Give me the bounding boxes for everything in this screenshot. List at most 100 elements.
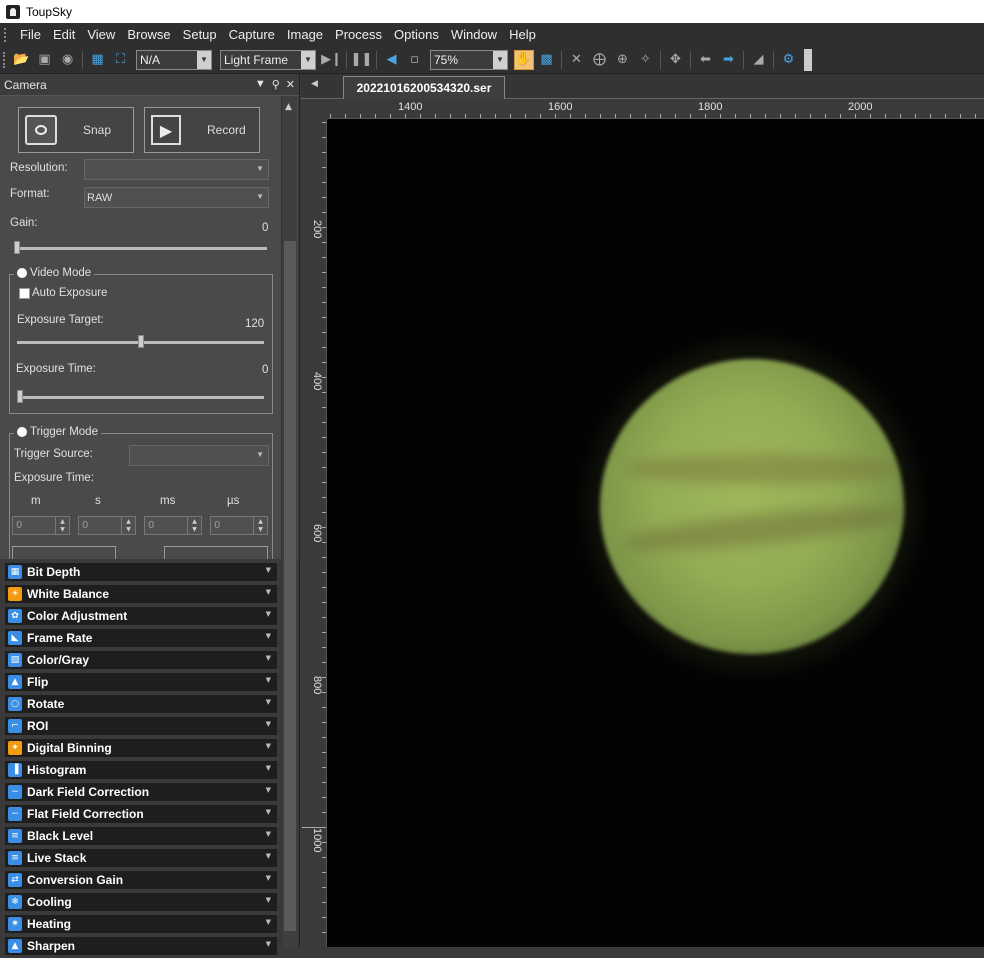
section-heating[interactable]: ✷ Heating ▼: [4, 914, 278, 934]
menu-browse[interactable]: Browse: [121, 23, 176, 46]
menu-edit[interactable]: Edit: [47, 23, 81, 46]
chevron-down-icon[interactable]: ▼: [266, 874, 271, 882]
trigger-source-select[interactable]: ▼: [129, 445, 269, 466]
auto-exposure-checkbox[interactable]: [19, 288, 30, 299]
menu-help[interactable]: Help: [503, 23, 542, 46]
trigger-mode-radio[interactable]: [17, 427, 27, 437]
fullscreen-icon[interactable]: ⛶: [111, 50, 131, 70]
pin-icon[interactable]: ⚲: [272, 78, 280, 91]
zoom-fit-icon[interactable]: ▫: [405, 50, 425, 70]
toolbar-overflow-icon[interactable]: [804, 48, 812, 71]
minutes-spinbox[interactable]: 0 ▲ ▼: [12, 516, 70, 535]
section-conversion-gain[interactable]: ⇄ Conversion Gain ▼: [4, 870, 278, 890]
image-viewer[interactable]: [327, 119, 984, 947]
section-black-level[interactable]: ≡ Black Level ▼: [4, 826, 278, 846]
menubar-grip-icon[interactable]: [4, 27, 10, 42]
section-dark-field-correction[interactable]: − Dark Field Correction ▼: [4, 782, 278, 802]
crosshair-target-icon[interactable]: ⊕: [613, 50, 633, 70]
section-flat-field-correction[interactable]: − Flat Field Correction ▼: [4, 804, 278, 824]
toolbar-grip-icon[interactable]: [3, 51, 7, 68]
chevron-down-icon[interactable]: ▼: [266, 896, 271, 904]
chevron-down-icon[interactable]: ▼: [266, 808, 271, 816]
chevron-down-icon[interactable]: ▼: [266, 852, 271, 860]
menu-process[interactable]: Process: [329, 23, 388, 46]
arrow-right-icon[interactable]: ➡: [719, 50, 739, 70]
chevron-down-icon[interactable]: ▼: [266, 786, 271, 794]
exposure-time-slider[interactable]: [17, 390, 23, 403]
arrow-left-icon[interactable]: ⬅: [696, 50, 716, 70]
format-select[interactable]: RAW ▼: [84, 187, 269, 208]
video-mode-radio[interactable]: [17, 268, 27, 278]
chevron-down-icon[interactable]: ▼: [266, 742, 271, 750]
tab-document[interactable]: 20221016200534320.ser: [343, 76, 505, 99]
microseconds-spinbox[interactable]: 0 ▲ ▼: [210, 516, 268, 535]
chevron-down-icon[interactable]: ▼: [266, 566, 271, 574]
play-step-icon[interactable]: ▶❙: [321, 50, 342, 70]
section-flip[interactable]: ▲ Flip ▼: [4, 672, 278, 692]
hand-pan-icon[interactable]: ✋: [513, 49, 534, 70]
crosshair-circle-icon[interactable]: ⨁: [590, 50, 610, 70]
image-browse-icon[interactable]: ▦: [88, 50, 108, 70]
scroll-up-icon[interactable]: ▲: [285, 102, 292, 112]
section-live-stack[interactable]: ≡ Live Stack ▼: [4, 848, 278, 868]
section-color-gray[interactable]: ▧ Color/Gray ▼: [4, 650, 278, 670]
tab-scroll-left-icon[interactable]: ◀: [311, 79, 318, 89]
chevron-down-icon[interactable]: ▼: [266, 676, 271, 684]
menu-capture[interactable]: Capture: [223, 23, 281, 46]
section-white-balance[interactable]: ☀ White Balance ▼: [4, 584, 278, 604]
zoom-select[interactable]: 75% ▼: [430, 49, 508, 70]
chevron-down-icon[interactable]: ▼: [266, 698, 271, 706]
menu-options[interactable]: Options: [388, 23, 445, 46]
spin-arrows-icon[interactable]: ▲ ▼: [121, 517, 135, 534]
camera-settings-icon[interactable]: ◉: [58, 50, 78, 70]
record-button[interactable]: ▶ Record: [144, 107, 260, 153]
scrollbar-thumb[interactable]: [284, 241, 296, 931]
chevron-down-icon[interactable]: ▼: [266, 720, 271, 728]
zoom-out-icon[interactable]: ◀: [382, 50, 402, 70]
menu-setup[interactable]: Setup: [177, 23, 223, 46]
spin-arrows-icon[interactable]: ▲ ▼: [187, 517, 201, 534]
milliseconds-spinbox[interactable]: 0 ▲ ▼: [144, 516, 202, 535]
section-sharpen[interactable]: ▲ Sharpen ▼: [4, 936, 278, 956]
section-cooling[interactable]: ❄ Cooling ▼: [4, 892, 278, 912]
section-digital-binning[interactable]: ✦ Digital Binning ▼: [4, 738, 278, 758]
crosshair-x-icon[interactable]: ✕: [567, 50, 587, 70]
panel-menu-icon[interactable]: ▼: [255, 78, 266, 91]
histogram-icon[interactable]: ▩: [537, 50, 557, 70]
levels-icon[interactable]: ◢: [749, 50, 769, 70]
move-icon[interactable]: ✥: [666, 50, 686, 70]
panel-scrollbar[interactable]: ▲: [281, 96, 297, 947]
gain-slider[interactable]: [14, 241, 20, 254]
chevron-down-icon[interactable]: ▼: [266, 918, 271, 926]
chevron-down-icon[interactable]: ▼: [266, 764, 271, 772]
spin-arrows-icon[interactable]: ▲ ▼: [253, 517, 267, 534]
resolution-select[interactable]: ▼: [84, 159, 269, 180]
crosshair-dots-icon[interactable]: ✧: [636, 50, 656, 70]
section-rotate[interactable]: ○ Rotate ▼: [4, 694, 278, 714]
chevron-down-icon[interactable]: ▼: [266, 632, 271, 640]
exposure-target-slider[interactable]: [138, 335, 144, 348]
frame-type-select[interactable]: Light Frame ▼: [220, 49, 316, 70]
settings-gear-icon[interactable]: ⚙: [779, 50, 799, 70]
section-histogram[interactable]: ▐ Histogram ▼: [4, 760, 278, 780]
menu-image[interactable]: Image: [281, 23, 329, 46]
menu-window[interactable]: Window: [445, 23, 503, 46]
binning-select[interactable]: N/A ▼: [136, 49, 212, 70]
section-roi[interactable]: ⌐ ROI ▼: [4, 716, 278, 736]
section-bit-depth[interactable]: ▦ Bit Depth ▼: [4, 562, 278, 582]
seconds-spinbox[interactable]: 0 ▲ ▼: [78, 516, 136, 535]
menu-view[interactable]: View: [81, 23, 121, 46]
chevron-down-icon[interactable]: ▼: [266, 654, 271, 662]
chevron-down-icon[interactable]: ▼: [266, 610, 271, 618]
save-icon[interactable]: ▣: [35, 50, 55, 70]
menu-file[interactable]: File: [14, 23, 47, 46]
chevron-down-icon[interactable]: ▼: [266, 830, 271, 838]
close-icon[interactable]: ✕: [286, 78, 295, 91]
section-color-adjustment[interactable]: ✿ Color Adjustment ▼: [4, 606, 278, 626]
trigger-button-right[interactable]: [164, 546, 268, 559]
section-frame-rate[interactable]: ◣ Frame Rate ▼: [4, 628, 278, 648]
trigger-button-left[interactable]: [12, 546, 116, 559]
open-folder-icon[interactable]: 📂: [12, 50, 32, 70]
snap-button[interactable]: Snap: [18, 107, 134, 153]
chevron-down-icon[interactable]: ▼: [266, 588, 271, 596]
